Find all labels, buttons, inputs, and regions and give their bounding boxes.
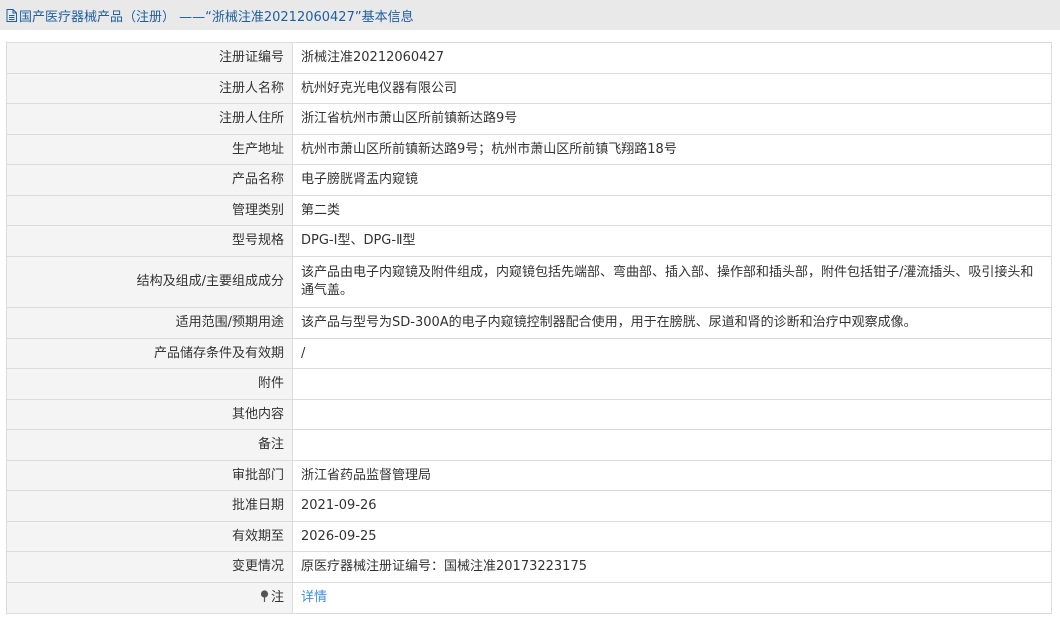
label-product-name: 产品名称 [6,164,293,196]
value-production-address: 杭州市萧山区所前镇新达路9号；杭州市萧山区所前镇飞翔路18号 [292,134,1052,165]
details-link[interactable]: 详情 [301,590,327,605]
row-registrant: 注册人名称 杭州好克光电仪器有限公司 [6,73,1052,104]
row-note: 注 详情 [6,582,1052,614]
value-note: 详情 [292,582,1052,614]
label-approval-dept: 审批部门 [6,460,293,491]
label-note: 注 [6,582,293,614]
label-remarks: 备注 [6,429,293,461]
value-approval-dept: 浙江省药品监督管理局 [292,460,1052,491]
row-remarks: 备注 [6,429,1052,461]
row-approval-dept: 审批部门 浙江省药品监督管理局 [6,460,1052,491]
detail-table: 注册证编号 浙械注准20212060427 注册人名称 杭州好克光电仪器有限公司… [6,42,1052,614]
row-reg-no: 注册证编号 浙械注准20212060427 [6,42,1052,74]
value-other [292,399,1052,430]
row-storage: 产品储存条件及有效期 / [6,338,1052,369]
value-change: 原医疗器械注册证编号：国械注准20173223175 [292,551,1052,583]
value-intended-use: 该产品与型号为SD-300A的电子内窥镜控制器配合使用，用于在膀胱、尿道和肾的诊… [292,307,1052,339]
row-model: 型号规格 DPG-Ⅰ型、DPG-Ⅱ型 [6,225,1052,257]
label-reg-no: 注册证编号 [6,42,293,74]
label-registrant-address: 注册人住所 [6,103,293,135]
label-intended-use: 适用范围/预期用途 [6,307,293,339]
label-other: 其他内容 [6,399,293,430]
note-label-text: 注 [270,590,284,605]
row-production-address: 生产地址 杭州市萧山区所前镇新达路9号；杭州市萧山区所前镇飞翔路18号 [6,134,1052,165]
row-approval-date: 批准日期 2021-09-26 [6,490,1052,522]
value-storage: / [292,338,1052,369]
value-registrant-address: 浙江省杭州市萧山区所前镇新达路9号 [292,103,1052,135]
value-structure: 该产品由电子内窥镜及附件组成，内窥镜包括先端部、弯曲部、插入部、操作部和插头部，… [292,256,1052,308]
row-intended-use: 适用范围/预期用途 该产品与型号为SD-300A的电子内窥镜控制器配合使用，用于… [6,307,1052,339]
value-model: DPG-Ⅰ型、DPG-Ⅱ型 [292,225,1052,257]
value-category: 第二类 [292,195,1052,226]
value-expiry-date: 2026-09-25 [292,521,1052,552]
label-approval-date: 批准日期 [6,490,293,522]
row-product-name: 产品名称 电子膀胱肾盂内窥镜 [6,164,1052,196]
value-registrant: 杭州好克光电仪器有限公司 [292,73,1052,104]
value-attachment [292,368,1052,400]
pin-icon [260,590,269,602]
detail-table-container: 注册证编号 浙械注准20212060427 注册人名称 杭州好克光电仪器有限公司… [6,42,1052,614]
row-structure: 结构及组成/主要组成成分 该产品由电子内窥镜及附件组成，内窥镜包括先端部、弯曲部… [6,256,1052,308]
label-structure: 结构及组成/主要组成成分 [6,256,293,308]
row-attachment: 附件 [6,368,1052,400]
label-category: 管理类别 [6,195,293,226]
value-approval-date: 2021-09-26 [292,490,1052,522]
label-production-address: 生产地址 [6,134,293,165]
page-title: 国产医疗器械产品（注册） ——“浙械注准20212060427”基本信息 [19,9,414,25]
value-reg-no: 浙械注准20212060427 [292,42,1052,74]
label-change: 变更情况 [6,551,293,583]
label-storage: 产品储存条件及有效期 [6,338,293,369]
document-icon [6,8,17,22]
label-registrant: 注册人名称 [6,73,293,104]
row-change: 变更情况 原医疗器械注册证编号：国械注准20173223175 [6,551,1052,583]
value-product-name: 电子膀胱肾盂内窥镜 [292,164,1052,196]
label-attachment: 附件 [6,368,293,400]
row-registrant-address: 注册人住所 浙江省杭州市萧山区所前镇新达路9号 [6,103,1052,135]
page-header: 国产医疗器械产品（注册） ——“浙械注准20212060427”基本信息 [0,0,1060,30]
row-category: 管理类别 第二类 [6,195,1052,226]
label-model: 型号规格 [6,225,293,257]
label-expiry-date: 有效期至 [6,521,293,552]
row-expiry-date: 有效期至 2026-09-25 [6,521,1052,552]
value-remarks [292,429,1052,461]
row-other: 其他内容 [6,399,1052,430]
